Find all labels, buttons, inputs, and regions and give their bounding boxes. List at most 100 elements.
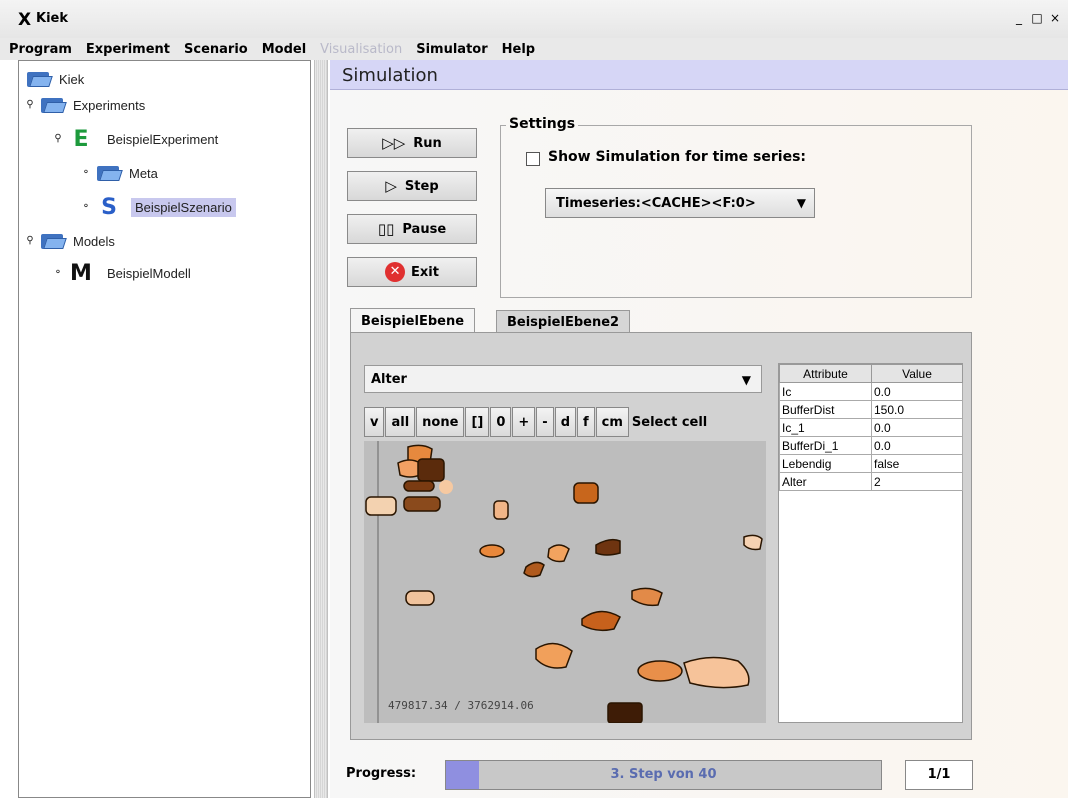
pause-label: Pause xyxy=(402,221,447,237)
value-cell[interactable]: 150.0 xyxy=(871,400,963,419)
experiment-icon: E xyxy=(73,126,89,152)
table-row[interactable]: Ic 0.0 xyxy=(779,382,963,401)
tree-node-scenario[interactable]: ⚬ S BeispielSzenario xyxy=(79,194,236,220)
tool-v-button[interactable]: v xyxy=(364,407,385,437)
tree-node-experiments[interactable]: ⚲ Experiments xyxy=(23,93,149,117)
table-row[interactable]: Ic_1 0.0 xyxy=(779,418,963,437)
table-row[interactable]: Lebendig false xyxy=(779,454,963,473)
tree-label-scenario: BeispielSzenario xyxy=(131,197,236,217)
expand-handle-icon[interactable]: ⚲ xyxy=(23,234,37,248)
value-cell[interactable]: false xyxy=(871,454,963,473)
tool-all-button[interactable]: all xyxy=(385,407,416,437)
map-cell xyxy=(405,590,435,606)
attribute-cell: BufferDi_1 xyxy=(779,436,872,455)
project-tree: Kiek ⚲ Experiments ⚲ E BeispielExperimen… xyxy=(18,60,311,798)
tree-node-model[interactable]: ⚬ M BeispielModell xyxy=(51,261,195,286)
menu-help[interactable]: Help xyxy=(496,42,543,57)
title-bar: X Kiek _ □ × xyxy=(0,0,1068,38)
folder-open-icon xyxy=(97,164,123,182)
menu-model[interactable]: Model xyxy=(256,42,314,57)
tool-zero-button[interactable]: 0 xyxy=(490,407,512,437)
value-cell[interactable]: 0.0 xyxy=(871,382,963,401)
progress-label: Progress: xyxy=(346,766,417,781)
map-svg[interactable] xyxy=(364,441,766,723)
value-cell[interactable]: 0.0 xyxy=(871,418,963,437)
column-header-value[interactable]: Value xyxy=(871,364,963,383)
settings-title: Settings xyxy=(506,116,579,132)
map-cell xyxy=(573,482,599,504)
attribute-cell: BufferDist xyxy=(779,400,872,419)
menu-scenario[interactable]: Scenario xyxy=(178,42,256,57)
table-row[interactable]: Alter 2 xyxy=(779,472,963,491)
menu-visualisation[interactable]: Visualisation xyxy=(314,42,410,57)
panel-splitter[interactable] xyxy=(314,60,328,798)
tool-none-button[interactable]: none xyxy=(416,407,465,437)
page-indicator: 1/1 xyxy=(905,760,973,790)
column-header-attribute[interactable]: Attribute xyxy=(779,364,872,383)
expand-handle-icon[interactable]: ⚲ xyxy=(23,98,37,112)
play-icon: ▷ xyxy=(385,177,397,195)
map-cell xyxy=(743,534,763,551)
attribute-cell: Ic_1 xyxy=(779,418,872,437)
map-canvas[interactable]: 479817.34 / 3762914.06 xyxy=(364,441,766,723)
tool-box-button[interactable]: [] xyxy=(465,407,490,437)
map-cell xyxy=(547,544,570,563)
expand-handle-icon[interactable]: ⚬ xyxy=(51,266,65,280)
tree-node-root[interactable]: Kiek xyxy=(27,67,88,91)
value-cell[interactable]: 2 xyxy=(871,472,963,491)
folder-open-icon xyxy=(41,232,67,250)
timeseries-select[interactable]: Timeseries:<CACHE><F:0> ▼ xyxy=(545,188,815,218)
minimize-button[interactable]: _ xyxy=(1010,9,1028,25)
tool-minus-button[interactable]: - xyxy=(536,407,554,437)
tree-node-models[interactable]: ⚲ Models xyxy=(23,229,119,253)
map-cell xyxy=(397,459,421,478)
folder-open-icon xyxy=(27,70,53,88)
show-simulation-checkbox[interactable] xyxy=(526,152,540,166)
tool-d-button[interactable]: d xyxy=(554,407,576,437)
table-row[interactable]: BufferDist 150.0 xyxy=(779,400,963,419)
expand-handle-icon[interactable]: ⚬ xyxy=(79,200,93,214)
expand-handle-icon[interactable]: ⚲ xyxy=(51,132,65,146)
maximize-button[interactable]: □ xyxy=(1028,9,1046,25)
pause-button[interactable]: ▯▯ Pause xyxy=(347,214,477,244)
menu-experiment[interactable]: Experiment xyxy=(80,42,178,57)
exit-button[interactable]: ✕ Exit xyxy=(347,257,477,287)
map-cell xyxy=(637,660,683,682)
chevron-down-icon: ▼ xyxy=(796,196,806,210)
step-button[interactable]: ▷ Step xyxy=(347,171,477,201)
tree-node-meta[interactable]: ⚬ Meta xyxy=(79,161,162,185)
tool-f-button[interactable]: f xyxy=(577,407,595,437)
attribute-cell: Lebendig xyxy=(779,454,872,473)
tab-beispielebene2[interactable]: BeispielEbene2 xyxy=(496,310,631,333)
chevron-down-icon: ▼ xyxy=(741,373,751,387)
tree-label-meta: Meta xyxy=(129,165,158,181)
expand-handle-icon[interactable]: ⚬ xyxy=(79,166,93,180)
table-row[interactable]: BufferDi_1 0.0 xyxy=(779,436,963,455)
map-cells xyxy=(365,444,763,723)
x-logo-icon: X xyxy=(18,10,32,30)
tab-beispielebene[interactable]: BeispielEbene xyxy=(350,308,476,333)
show-simulation-label: Show Simulation for time series: xyxy=(548,149,807,165)
run-button[interactable]: ▷▷ Run xyxy=(347,128,477,158)
exit-label: Exit xyxy=(411,264,439,280)
value-cell[interactable]: 0.0 xyxy=(871,436,963,455)
map-cell xyxy=(403,480,435,492)
table-header-row: Attribute Value xyxy=(779,364,963,383)
tree-node-experiment[interactable]: ⚲ E BeispielExperiment xyxy=(51,126,222,152)
attribute-cell: Alter xyxy=(779,472,872,491)
menu-program[interactable]: Program xyxy=(3,42,80,57)
map-cell xyxy=(523,561,545,578)
scenario-icon: S xyxy=(101,194,117,220)
tree-label-root: Kiek xyxy=(59,71,85,87)
fast-forward-icon: ▷▷ xyxy=(382,134,406,152)
tool-plus-button[interactable]: + xyxy=(512,407,536,437)
attribute-select[interactable]: Alter ▼ xyxy=(364,365,762,393)
menu-bar: Program Experiment Scenario Model Visual… xyxy=(0,38,1068,60)
map-cell xyxy=(403,496,441,512)
menu-simulator[interactable]: Simulator xyxy=(410,42,495,57)
map-cell xyxy=(493,500,509,520)
attribute-table: Attribute Value Ic 0.0 BufferDist 150.0 Ic… xyxy=(778,363,963,723)
folder-open-icon xyxy=(41,96,67,114)
tool-cm-button[interactable]: cm xyxy=(595,407,629,437)
close-button[interactable]: × xyxy=(1046,9,1064,25)
